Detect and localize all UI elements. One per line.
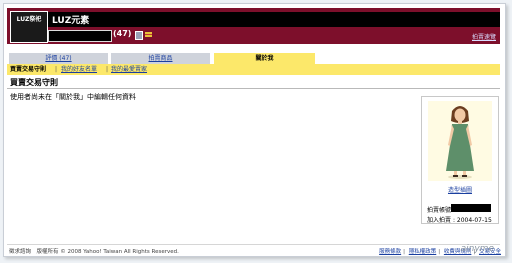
browser-frame: LUZ祭祀 LUZ元素 (47) 拍賣速覽 評價 (47) 拍賣商品 關於我 買… [3, 3, 506, 257]
divider [7, 88, 500, 89]
join-date-row: 加入拍賣 : 2004-07-15 [427, 215, 492, 224]
footer-divider [7, 244, 500, 245]
tab-ratings[interactable]: 評價 (47) [9, 53, 108, 64]
store-header: LUZ祭祀 LUZ元素 (47) 拍賣速覽 [7, 8, 500, 44]
seller-name-redacted [48, 30, 112, 42]
footer-link-privacy[interactable]: 隱私權政策 [409, 249, 437, 255]
store-logo[interactable]: LUZ祭祀 [10, 11, 48, 43]
rating-badge-icon [135, 31, 143, 40]
sub-navigation: 買賣交易守則 | 我的好友名單 | 我的最愛賣家 [7, 64, 500, 75]
subnav-friends-list[interactable]: 我的好友名單 [61, 64, 97, 75]
flag-icon [145, 32, 152, 37]
tab-auction-items[interactable]: 拍賣商品 [111, 53, 210, 64]
my-auctions-link[interactable]: 拍賣速覽 [472, 32, 496, 41]
subnav-favorite-sellers[interactable]: 我的最愛賣家 [111, 64, 147, 75]
footer-separator: | [403, 249, 405, 255]
join-date-value: 2004-07-15 [456, 217, 492, 224]
section-title: 買賣交易守則 [10, 78, 58, 87]
profile-tabs: 評價 (47) 拍賣商品 關於我 [7, 53, 500, 64]
store-title-bar: LUZ元素 [48, 12, 500, 27]
account-id-label: 拍賣帳號 [427, 207, 452, 214]
avatar-figure-icon [446, 106, 474, 179]
join-date-separator: : [452, 217, 455, 224]
subnav-trading-rules[interactable]: 買賣交易守則 [10, 64, 46, 75]
rating-score[interactable]: (47) [113, 29, 131, 38]
logo-text: LUZ祭祀 [16, 16, 42, 23]
subnav-separator: | [55, 66, 58, 73]
tab-about-me[interactable]: 關於我 [214, 53, 315, 64]
join-date-label: 加入拍賣 [427, 217, 452, 224]
store-title: LUZ元素 [52, 16, 90, 26]
footer-link-terms[interactable]: 服務條款 [379, 249, 401, 255]
account-id-redacted [451, 204, 491, 212]
avatar[interactable] [428, 101, 492, 181]
footer-separator: | [438, 249, 441, 255]
avatar-style-link[interactable]: 造型插圖 [422, 185, 498, 194]
subnav-separator: | [106, 66, 109, 73]
profile-card: 造型插圖 拍賣帳號 加入拍賣 : 2004-07-15 [421, 96, 499, 224]
footer-copyright: 徵求諮詢 版權所有 © 2008 Yahoo! Taiwan All Right… [9, 249, 179, 255]
empty-profile-message: 使用者尚未在「關於我」中編輯任何資料 [10, 93, 136, 101]
watermark-text: ainyme [460, 244, 494, 254]
